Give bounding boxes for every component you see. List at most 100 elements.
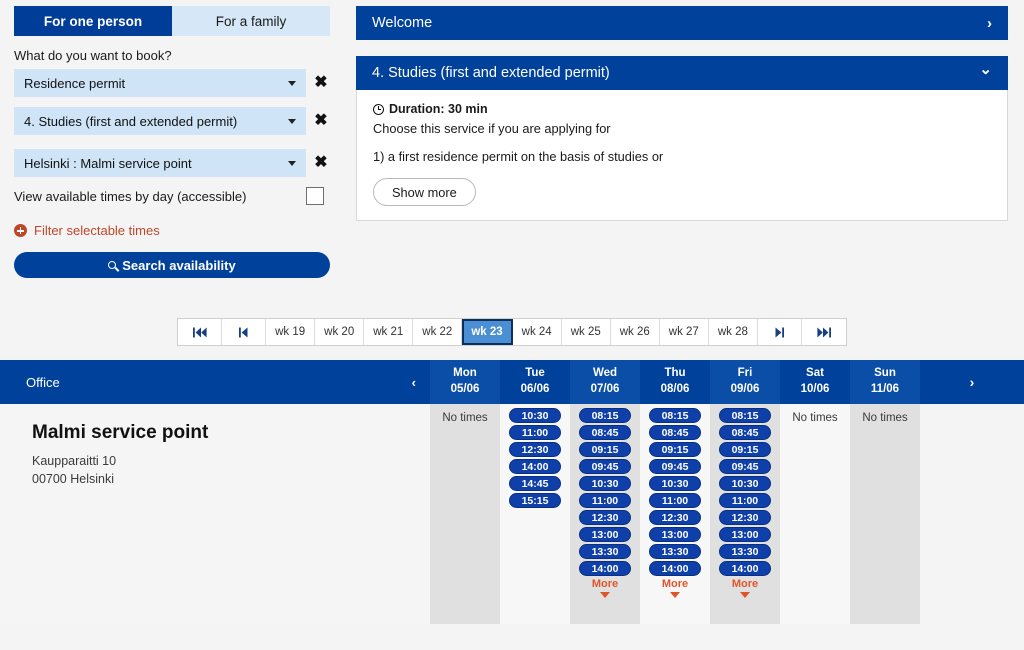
more-times-button-fri[interactable]: More <box>732 578 758 598</box>
time-slot[interactable]: 09:15 <box>579 442 631 457</box>
week-button-26[interactable]: wk 26 <box>610 319 660 345</box>
day-header-weekday: Wed <box>592 367 618 380</box>
skip-to-first-icon <box>192 327 207 337</box>
service-type-select[interactable]: 4. Studies (first and extended permit) <box>14 107 306 135</box>
day-header-wed[interactable]: Wed 07/06 <box>570 360 640 404</box>
week-button-20[interactable]: wk 20 <box>315 319 365 345</box>
next-week-arrow-button[interactable]: › <box>920 360 1024 404</box>
office-street: Kaupparaitti 10 <box>32 454 117 468</box>
more-times-button-thu[interactable]: More <box>662 578 688 598</box>
week-button-24[interactable]: wk 24 <box>512 319 562 345</box>
day-header-date: 08/06 <box>660 383 690 395</box>
week-button-28[interactable]: wk 28 <box>708 319 758 345</box>
time-slot[interactable]: 08:45 <box>649 425 701 440</box>
first-week-button[interactable] <box>178 319 223 345</box>
no-times-label: No times <box>862 412 908 424</box>
service-type-value: 4. Studies (first and extended permit) <box>24 113 238 129</box>
skip-to-last-icon <box>817 327 831 337</box>
day-header-weekday: Fri <box>737 367 753 380</box>
time-slot[interactable]: 10:30 <box>579 476 631 491</box>
clear-service-type-button[interactable]: ✖ <box>306 113 336 129</box>
time-slot[interactable]: 14:00 <box>649 561 701 576</box>
time-slot[interactable]: 13:00 <box>579 527 631 542</box>
time-slot[interactable]: 08:15 <box>649 408 701 423</box>
time-slot[interactable]: 13:00 <box>719 527 771 542</box>
welcome-panel: Welcome › <box>356 6 1008 40</box>
service-category-select[interactable]: Residence permit <box>14 69 306 97</box>
time-slot[interactable]: 11:00 <box>719 493 771 508</box>
time-slot[interactable]: 08:45 <box>719 425 771 440</box>
time-slot[interactable]: 14:00 <box>719 561 771 576</box>
week-button-23-selected[interactable]: wk 23 <box>462 319 513 345</box>
day-header-tue[interactable]: Tue 06/06 <box>500 360 570 404</box>
week-button-22[interactable]: wk 22 <box>413 319 463 345</box>
chevron-down-icon <box>288 118 296 124</box>
time-slot[interactable]: 10:30 <box>649 476 701 491</box>
day-header-fri[interactable]: Fri 09/06 <box>710 360 780 404</box>
service-panel-title: 4. Studies (first and extended permit) <box>372 65 610 81</box>
time-slot[interactable]: 12:30 <box>579 510 631 525</box>
time-slot[interactable]: 11:00 <box>509 425 561 440</box>
time-slot[interactable]: 13:30 <box>579 544 631 559</box>
time-slot[interactable]: 12:30 <box>719 510 771 525</box>
time-slot[interactable]: 11:00 <box>579 493 631 508</box>
accessible-view-checkbox[interactable] <box>306 187 324 205</box>
day-header-weekday: Thu <box>664 367 686 380</box>
office-column-header: Office ‹ <box>0 360 430 404</box>
week-button-25[interactable]: wk 25 <box>561 319 611 345</box>
day-header-sun[interactable]: Sun 11/06 <box>850 360 920 404</box>
time-slot[interactable]: 11:00 <box>649 493 701 508</box>
slot-column-sun: No times <box>850 404 920 624</box>
accessible-view-row: View available times by day (accessible) <box>14 187 336 205</box>
time-slot[interactable]: 09:45 <box>579 459 631 474</box>
show-more-button[interactable]: Show more <box>373 178 476 206</box>
time-slot[interactable]: 08:45 <box>579 425 631 440</box>
tab-for-one-person[interactable]: For one person <box>14 6 172 36</box>
day-header-mon[interactable]: Mon 05/06 <box>430 360 500 404</box>
service-location-select[interactable]: Helsinki : Malmi service point <box>14 149 306 177</box>
clear-service-category-button[interactable]: ✖ <box>306 75 336 91</box>
time-slot[interactable]: 08:15 <box>579 408 631 423</box>
filter-selectable-times-link[interactable]: Filter selectable times <box>14 223 336 238</box>
week-button-21[interactable]: wk 21 <box>364 319 414 345</box>
time-slot[interactable]: 14:00 <box>579 561 631 576</box>
time-slot[interactable]: 12:30 <box>509 442 561 457</box>
service-description-line-1: Choose this service if you are applying … <box>373 121 611 136</box>
info-panels: Welcome › 4. Studies (first and extended… <box>350 0 1024 221</box>
time-slot[interactable]: 12:30 <box>649 510 701 525</box>
welcome-panel-header[interactable]: Welcome › <box>356 6 1008 40</box>
time-slot[interactable]: 08:15 <box>719 408 771 423</box>
tab-for-a-family[interactable]: For a family <box>172 6 330 36</box>
time-slot[interactable]: 10:30 <box>719 476 771 491</box>
time-slot[interactable]: 10:30 <box>509 408 561 423</box>
time-slot[interactable]: 14:00 <box>509 459 561 474</box>
service-location-value: Helsinki : Malmi service point <box>24 155 192 171</box>
search-availability-button[interactable]: Search availability <box>14 252 330 278</box>
day-header-thu[interactable]: Thu 08/06 <box>640 360 710 404</box>
time-slot[interactable]: 13:30 <box>719 544 771 559</box>
more-times-button-wed[interactable]: More <box>592 578 618 598</box>
time-slot[interactable]: 15:15 <box>509 493 561 508</box>
previous-week-arrow-button[interactable]: ‹ <box>412 375 416 390</box>
time-slot[interactable]: 13:30 <box>649 544 701 559</box>
calendar-header-row: Office ‹ Mon 05/06 Tue 06/06 Wed 07/06 T… <box>0 360 1024 404</box>
service-location-row: Helsinki : Malmi service point ✖ <box>14 149 336 177</box>
week-button-27[interactable]: wk 27 <box>659 319 709 345</box>
day-header-date: 07/06 <box>590 383 620 395</box>
next-week-button[interactable] <box>757 319 802 345</box>
day-header-sat[interactable]: Sat 10/06 <box>780 360 850 404</box>
clear-service-location-button[interactable]: ✖ <box>306 155 336 171</box>
time-slot[interactable]: 09:15 <box>649 442 701 457</box>
slot-column-mon: No times <box>430 404 500 624</box>
time-slot[interactable]: 09:45 <box>649 459 701 474</box>
week-button-19[interactable]: wk 19 <box>266 319 316 345</box>
calendar-tail-column <box>920 404 1024 624</box>
last-week-button[interactable] <box>801 319 846 345</box>
previous-week-button[interactable] <box>222 319 267 345</box>
time-slot[interactable]: 09:15 <box>719 442 771 457</box>
time-slot[interactable]: 13:00 <box>649 527 701 542</box>
time-slot[interactable]: 14:45 <box>509 476 561 491</box>
time-slot[interactable]: 09:45 <box>719 459 771 474</box>
service-panel-header[interactable]: 4. Studies (first and extended permit) ⌄ <box>356 56 1008 90</box>
day-header-date: 10/06 <box>800 383 830 395</box>
